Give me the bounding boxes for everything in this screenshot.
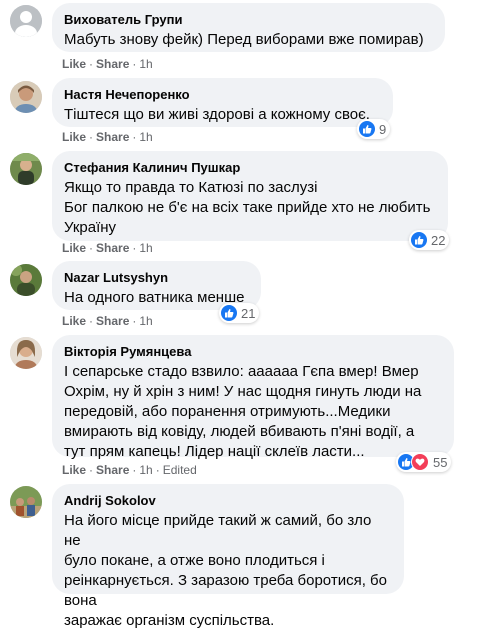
reaction-summary[interactable]: 22: [409, 230, 450, 250]
reaction-count: 22: [431, 232, 446, 248]
reaction-count: 21: [241, 305, 256, 321]
comment-author[interactable]: Вікторія Румянцева: [64, 343, 442, 360]
share-button[interactable]: Share: [96, 129, 129, 145]
avatar[interactable]: [10, 153, 42, 185]
like-reaction-icon: [221, 305, 237, 321]
reaction-summary[interactable]: 55: [396, 452, 452, 472]
like-reaction-icon: [359, 121, 375, 137]
separator-dot: ·: [132, 314, 137, 328]
love-reaction-icon: [411, 453, 429, 471]
separator-dot: ·: [89, 130, 94, 144]
avatar[interactable]: [10, 337, 42, 369]
reaction-count: 55: [433, 454, 448, 470]
comment-time[interactable]: 1h: [139, 462, 152, 478]
comment-time[interactable]: 1h: [139, 240, 152, 256]
like-button[interactable]: Like: [62, 129, 86, 145]
comment-bubble: Стефания Калинич Пушкар Якщо то правда т…: [52, 151, 448, 241]
comment-text-line: Україну: [64, 219, 117, 236]
comment-text-line: Охрім, ну й хрін з ним! У нас щодня гину…: [64, 383, 422, 400]
comment-text-line: І сепарське стадо взвило: аааааа Гєпа вм…: [64, 363, 419, 380]
comment-time[interactable]: 1h: [139, 129, 152, 145]
comment-author[interactable]: Настя Нечепоренко: [64, 86, 381, 103]
comment-text: Тіштеся що ви живі здорові а кожному сво…: [64, 106, 370, 123]
comment-actions: Like · Share · 1h: [62, 313, 153, 329]
comment-actions: Like · Share · 1h · Edited: [62, 462, 197, 478]
separator-dot: ·: [132, 241, 137, 255]
comment-bubble: Настя Нечепоренко Тіштеся що ви живі здо…: [52, 78, 393, 127]
avatar[interactable]: [10, 486, 42, 518]
like-button[interactable]: Like: [62, 462, 86, 478]
separator-dot: ·: [132, 130, 137, 144]
like-button[interactable]: Like: [62, 313, 86, 329]
comment-author[interactable]: Вихователь Групи: [64, 11, 433, 28]
comment-text: Мабуть знову фейк) Перед виборами вже по…: [64, 31, 424, 48]
separator-dot: ·: [89, 314, 94, 328]
comment-text-line: було покане, а отже воно плодиться і: [64, 552, 325, 569]
comment-time[interactable]: 1h: [139, 56, 152, 72]
avatar[interactable]: [10, 264, 42, 296]
comment-bubble: Вихователь Групи Мабуть знову фейк) Пере…: [52, 3, 445, 52]
comment-author[interactable]: Nazar Lutsyshyn: [64, 269, 249, 286]
comment-text-line: передовій, або поранення отримують...Мед…: [64, 403, 391, 420]
like-reaction-icon: [411, 232, 427, 248]
separator-dot: ·: [155, 463, 160, 477]
separator-dot: ·: [132, 463, 137, 477]
share-button[interactable]: Share: [96, 240, 129, 256]
comment-bubble: Вікторія Румянцева І сепарське стадо взв…: [52, 335, 454, 460]
reaction-count: 9: [379, 121, 387, 137]
comment-bubble: Andrij Sokolov На його місце прийде таки…: [52, 484, 404, 629]
comment-text-line: реінкарнується. З заразою треба боротися…: [64, 572, 387, 609]
comment-text-line: заражає організм суспільства.: [64, 612, 275, 629]
like-button[interactable]: Like: [62, 240, 86, 256]
separator-dot: ·: [89, 241, 94, 255]
like-button[interactable]: Like: [62, 56, 86, 72]
share-button[interactable]: Share: [96, 56, 129, 72]
avatar[interactable]: [10, 81, 42, 113]
comment-text-line: Бог палкою не б'є на всіх таке прийде хт…: [64, 199, 431, 216]
comment-time[interactable]: 1h: [139, 313, 152, 329]
edited-label[interactable]: Edited: [163, 462, 197, 478]
comment-text-line: На його місце прийде такий ж самий, бо з…: [64, 512, 372, 549]
reaction-summary[interactable]: 9: [357, 119, 391, 139]
comment-author[interactable]: Стефания Калинич Пушкар: [64, 159, 436, 176]
separator-dot: ·: [132, 57, 137, 71]
comment-author[interactable]: Andrij Sokolov: [64, 492, 392, 509]
comment-text-line: Якщо то правда то Катюзі по заслузі: [64, 179, 318, 196]
avatar[interactable]: [10, 5, 42, 37]
comment-text-line: тут прям капець! Лідер нації склеїв ласт…: [64, 443, 365, 460]
comment-actions: Like · Share · 1h: [62, 129, 153, 145]
comment-actions: Like · Share · 1h: [62, 240, 153, 256]
comment-text-line: вмирають від ковіду, людей вбивають п'ян…: [64, 423, 415, 440]
share-button[interactable]: Share: [96, 462, 129, 478]
comment-actions: Like · Share · 1h: [62, 56, 153, 72]
separator-dot: ·: [89, 57, 94, 71]
separator-dot: ·: [89, 463, 94, 477]
share-button[interactable]: Share: [96, 313, 129, 329]
reaction-summary[interactable]: 21: [219, 303, 260, 323]
